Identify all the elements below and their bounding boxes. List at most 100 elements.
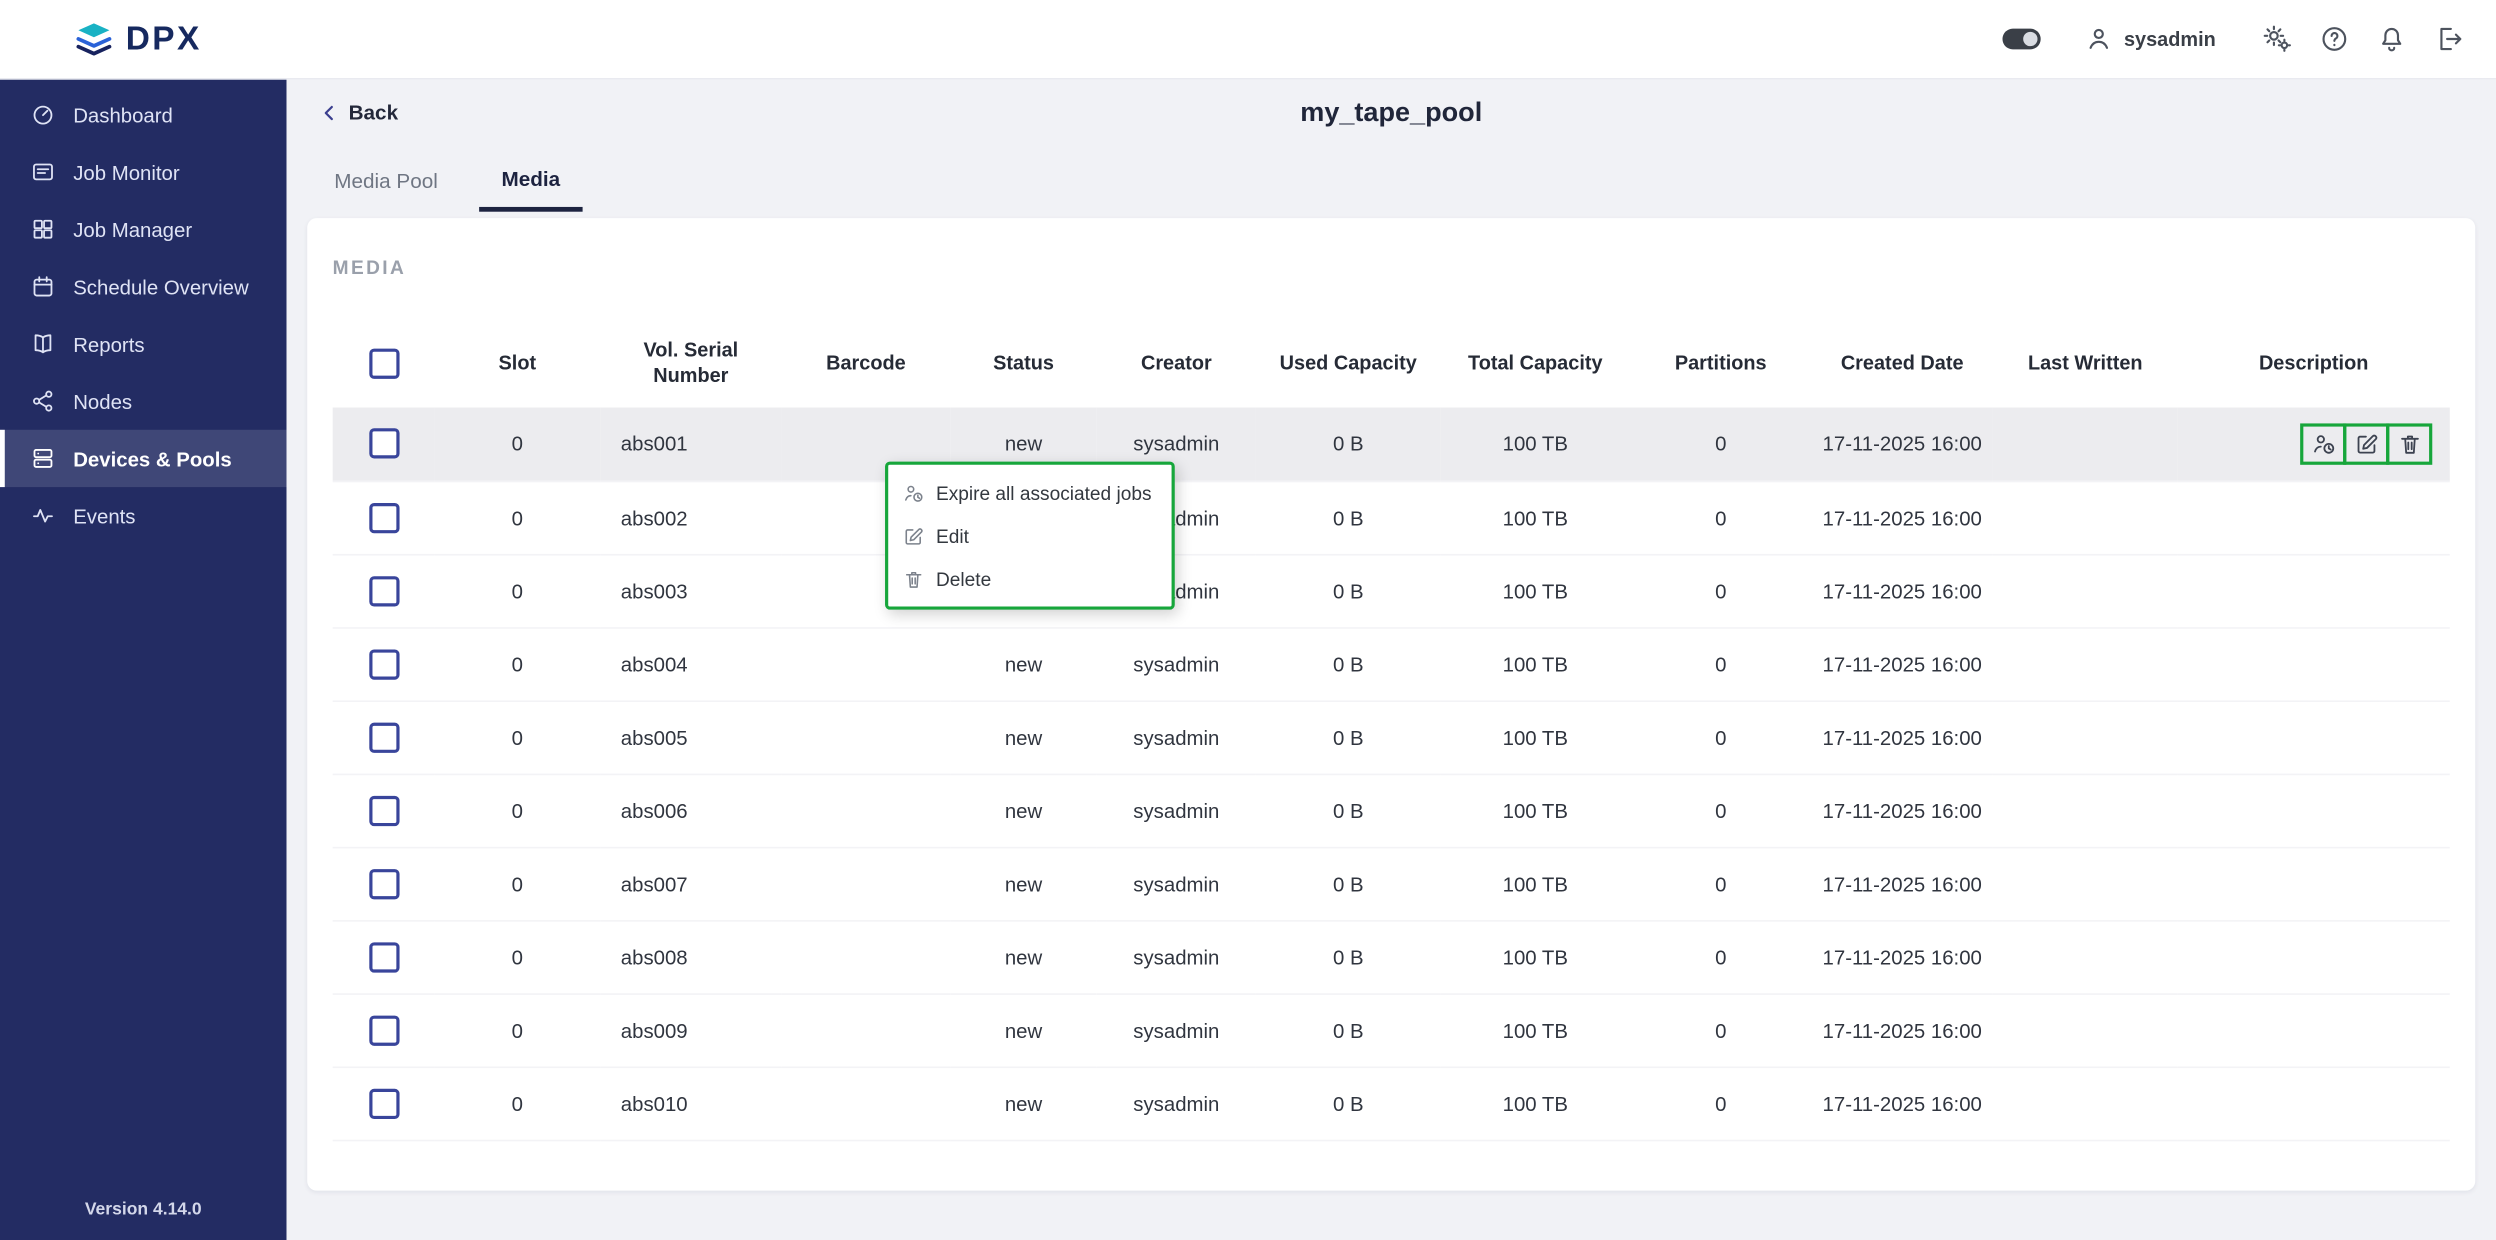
cell-used_capacity: 0 B xyxy=(1256,700,1441,773)
cell-barcode xyxy=(782,774,951,847)
dpx-logo[interactable]: DPX xyxy=(73,18,201,59)
delete-media-button[interactable] xyxy=(2386,423,2432,464)
menu-item-edit[interactable]: Edit xyxy=(888,514,1171,557)
cell-last_written xyxy=(1993,481,2178,554)
cell-vol_serial: abs009 xyxy=(600,993,781,1066)
tab-media-pool[interactable]: Media Pool xyxy=(312,150,460,212)
menu-item-delete[interactable]: Delete xyxy=(888,557,1171,600)
media-table: SlotVol. Serial NumberBarcodeStatusCreat… xyxy=(333,318,2450,1140)
cell-partitions: 0 xyxy=(1630,920,1811,993)
row-checkbox[interactable] xyxy=(369,868,399,898)
cell-used_capacity: 0 B xyxy=(1256,1067,1441,1140)
row-checkbox[interactable] xyxy=(369,1015,399,1045)
row-checkbox[interactable] xyxy=(369,429,399,459)
cell-total_capacity: 100 TB xyxy=(1441,700,1630,773)
table-row[interactable]: 0abs009newsysadmin0 B100 TB017-11-2025 1… xyxy=(333,993,2450,1066)
sidebar-item-nodes[interactable]: Nodes xyxy=(0,372,287,429)
logout-icon[interactable] xyxy=(2434,24,2464,54)
settings-gears-icon[interactable] xyxy=(2262,24,2292,54)
table-row[interactable]: 0abs006newsysadmin0 B100 TB017-11-2025 1… xyxy=(333,774,2450,847)
cell-created_date: 17-11-2025 16:00 xyxy=(1811,920,1992,993)
row-actions xyxy=(2184,423,2443,464)
cell-description xyxy=(2178,700,2450,773)
row-checkbox[interactable] xyxy=(369,795,399,825)
sidebar-item-schedule-overview[interactable]: Schedule Overview xyxy=(0,258,287,315)
column-header: Vol. Serial Number xyxy=(600,318,781,407)
menu-item-expire-all-jobs[interactable]: Expire all associated jobs xyxy=(888,471,1171,514)
sidebar-item-events[interactable]: Events xyxy=(0,487,287,544)
cell-used_capacity: 0 B xyxy=(1256,627,1441,700)
topbar-actions: sysadmin xyxy=(2003,24,2464,54)
job-monitor-icon xyxy=(30,159,55,184)
cell-created_date: 17-11-2025 16:00 xyxy=(1811,554,1992,627)
bell-icon[interactable] xyxy=(2377,24,2407,54)
edit-icon xyxy=(2353,431,2378,456)
sidebar-item-label: Job Monitor xyxy=(73,160,179,184)
events-icon xyxy=(30,503,55,528)
table-row[interactable]: 0abs004newsysadmin0 B100 TB017-11-2025 1… xyxy=(333,627,2450,700)
cell-partitions: 0 xyxy=(1630,408,1811,481)
expire-media-button[interactable] xyxy=(2300,423,2346,464)
edit-media-button[interactable] xyxy=(2343,423,2389,464)
sidebar-item-job-manager[interactable]: Job Manager xyxy=(0,201,287,258)
cell-slot: 0 xyxy=(435,481,601,554)
cell-used_capacity: 0 B xyxy=(1256,554,1441,627)
row-checkbox[interactable] xyxy=(369,649,399,679)
theme-toggle-icon[interactable] xyxy=(2003,29,2041,50)
table-row[interactable]: 0abs003newsysadmin0 B100 TB017-11-2025 1… xyxy=(333,554,2450,627)
cell-select xyxy=(333,1067,435,1140)
help-icon[interactable] xyxy=(2319,24,2349,54)
column-header: Created Date xyxy=(1811,318,1992,407)
row-checkbox[interactable] xyxy=(369,722,399,752)
cell-partitions: 0 xyxy=(1630,993,1811,1066)
cell-slot: 0 xyxy=(435,993,601,1066)
job-manager-icon xyxy=(30,216,55,241)
expire-jobs-icon xyxy=(903,482,925,504)
column-header: Last Written xyxy=(1993,318,2178,407)
cell-description xyxy=(2178,920,2450,993)
cell-created_date: 17-11-2025 16:00 xyxy=(1811,993,1992,1066)
cell-vol_serial: abs008 xyxy=(600,920,781,993)
cell-status: new xyxy=(950,627,1096,700)
cell-status: new xyxy=(950,993,1096,1066)
cell-status: new xyxy=(950,847,1096,920)
tab-media[interactable]: Media xyxy=(479,150,582,212)
table-row[interactable]: 0abs007newsysadmin0 B100 TB017-11-2025 1… xyxy=(333,847,2450,920)
sidebar-item-dashboard[interactable]: Dashboard xyxy=(0,86,287,143)
cell-slot: 0 xyxy=(435,408,601,481)
cell-slot: 0 xyxy=(435,774,601,847)
row-checkbox[interactable] xyxy=(369,575,399,605)
delete-icon xyxy=(2396,431,2421,456)
cell-total_capacity: 100 TB xyxy=(1441,627,1630,700)
table-row[interactable]: 0abs001newsysadmin0 B100 TB017-11-2025 1… xyxy=(333,408,2450,481)
row-checkbox[interactable] xyxy=(369,942,399,972)
cell-description xyxy=(2178,847,2450,920)
cell-select xyxy=(333,700,435,773)
sidebar-item-reports[interactable]: Reports xyxy=(0,315,287,372)
user-icon xyxy=(2084,24,2114,54)
tab-bar: Media Pool Media xyxy=(312,150,2496,212)
cell-used_capacity: 0 B xyxy=(1256,993,1441,1066)
sidebar-item-label: Nodes xyxy=(73,389,132,413)
cell-select xyxy=(333,481,435,554)
cell-slot: 0 xyxy=(435,700,601,773)
table-row[interactable]: 0abs005newsysadmin0 B100 TB017-11-2025 1… xyxy=(333,700,2450,773)
cell-vol_serial: abs005 xyxy=(600,700,781,773)
cell-creator: sysadmin xyxy=(1097,920,1256,993)
table-row[interactable]: 0abs002newsysadmin0 B100 TB017-11-2025 1… xyxy=(333,481,2450,554)
cell-partitions: 0 xyxy=(1630,554,1811,627)
table-row[interactable]: 0abs008newsysadmin0 B100 TB017-11-2025 1… xyxy=(333,920,2450,993)
cell-used_capacity: 0 B xyxy=(1256,847,1441,920)
sidebar-item-job-monitor[interactable]: Job Monitor xyxy=(0,143,287,200)
row-checkbox[interactable] xyxy=(369,502,399,532)
cell-barcode xyxy=(782,1067,951,1140)
table-row[interactable]: 0abs010newsysadmin0 B100 TB017-11-2025 1… xyxy=(333,1067,2450,1140)
cell-slot: 0 xyxy=(435,1067,601,1140)
select-all-checkbox[interactable] xyxy=(369,348,399,378)
user-menu[interactable]: sysadmin xyxy=(2084,24,2216,54)
cell-select xyxy=(333,627,435,700)
cell-partitions: 0 xyxy=(1630,774,1811,847)
sidebar-item-devices-pools[interactable]: Devices & Pools xyxy=(0,430,287,487)
row-checkbox[interactable] xyxy=(369,1088,399,1118)
cell-creator: sysadmin xyxy=(1097,700,1256,773)
